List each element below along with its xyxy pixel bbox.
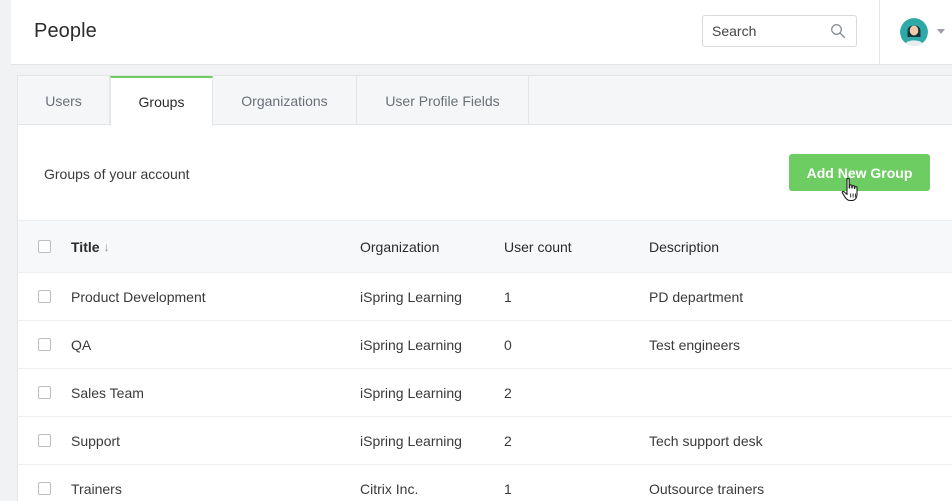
tab-groups-label: Groups: [138, 94, 185, 110]
row-check-cell: [38, 417, 52, 464]
row-user-count: 2: [504, 384, 512, 401]
page-title: People: [34, 20, 97, 42]
chevron-down-icon[interactable]: [937, 29, 945, 34]
row-user-count: 2: [504, 432, 512, 449]
select-all-checkbox[interactable]: [38, 240, 51, 253]
row-organization: iSpring Learning: [360, 288, 462, 305]
row-checkbox[interactable]: [38, 338, 51, 351]
search-icon[interactable]: [830, 23, 846, 39]
tab-groups[interactable]: Groups: [110, 76, 213, 126]
top-header: People: [11, 0, 952, 65]
row-description: Tech support desk: [649, 432, 763, 449]
tab-user-profile-fields-label: User Profile Fields: [385, 92, 500, 109]
tab-organizations[interactable]: Organizations: [213, 76, 357, 125]
header-divider: [879, 0, 880, 65]
row-title[interactable]: Support: [71, 417, 120, 464]
table-row[interactable]: Sales Team iSpring Learning 2: [18, 369, 952, 417]
sort-down-icon[interactable]: ↓: [104, 240, 110, 254]
user-avatar[interactable]: [900, 18, 928, 46]
table-row[interactable]: Support iSpring Learning 2 Tech support …: [18, 417, 952, 465]
row-description: Test engineers: [649, 336, 741, 353]
row-check-cell: [38, 321, 52, 368]
row-description: Outsource trainers: [649, 480, 765, 497]
table-row[interactable]: QA iSpring Learning 0 Test engineers: [18, 321, 952, 369]
tab-organizations-label: Organizations: [241, 92, 328, 109]
row-checkbox[interactable]: [38, 386, 51, 399]
content-panel: Users Groups Organizations User Profile …: [17, 75, 952, 501]
column-description: Description: [649, 238, 720, 255]
row-user-count: 0: [504, 336, 512, 353]
column-organization: Organization: [360, 238, 440, 255]
table-row[interactable]: Product Development iSpring Learning 1 P…: [18, 273, 952, 321]
tab-users[interactable]: Users: [18, 76, 110, 125]
row-title[interactable]: QA: [71, 321, 91, 368]
column-user-count: User count: [504, 238, 572, 255]
row-organization: Citrix Inc.: [360, 480, 419, 497]
row-organization: iSpring Learning: [360, 384, 462, 401]
tab-users-label: Users: [45, 92, 82, 109]
row-checkbox[interactable]: [38, 434, 51, 447]
column-title[interactable]: Title ↓: [71, 221, 110, 272]
column-title-label: Title: [71, 238, 100, 255]
row-check-cell: [38, 465, 52, 501]
row-title[interactable]: Sales Team: [71, 369, 144, 416]
row-checkbox[interactable]: [38, 482, 51, 495]
section-label: Groups of your account: [44, 166, 190, 182]
row-user-count: 1: [504, 288, 512, 305]
groups-table: Title ↓ Organization User count Descript…: [18, 220, 952, 501]
row-organization: iSpring Learning: [360, 432, 462, 449]
search-box[interactable]: [702, 15, 857, 47]
row-organization: iSpring Learning: [360, 336, 462, 353]
row-user-count: 1: [504, 480, 512, 497]
row-check-cell: [38, 273, 52, 320]
row-description: PD department: [649, 288, 744, 305]
row-checkbox[interactable]: [38, 290, 51, 303]
add-new-group-button[interactable]: Add New Group: [789, 154, 930, 191]
table-row[interactable]: Trainers Citrix Inc. 1 Outsource trainer…: [18, 465, 952, 501]
tab-user-profile-fields[interactable]: User Profile Fields: [357, 76, 529, 125]
row-check-cell: [38, 369, 52, 416]
tab-bar: Users Groups Organizations User Profile …: [18, 76, 952, 126]
select-all-cell: [38, 221, 52, 272]
row-title[interactable]: Product Development: [71, 273, 206, 320]
table-header: Title ↓ Organization User count Descript…: [18, 220, 952, 273]
search-input[interactable]: [703, 16, 828, 46]
row-title[interactable]: Trainers: [71, 465, 122, 501]
